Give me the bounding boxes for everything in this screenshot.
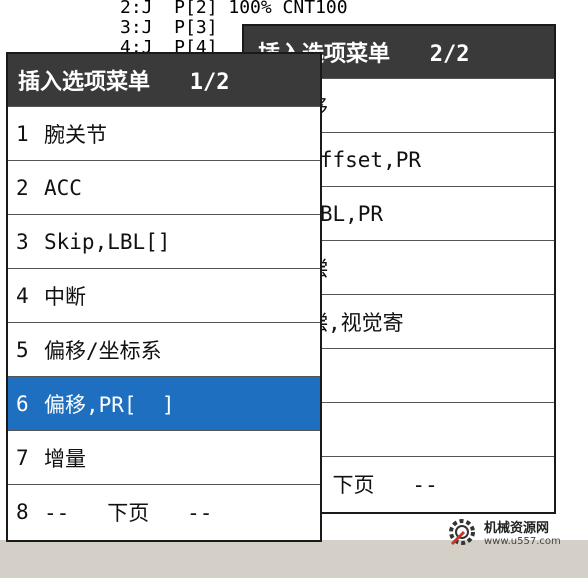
menu-item-number: 6 [16, 391, 29, 416]
insert-options-menu-page1: 插入选项菜单 1/2 1 腕关节 2 ACC 3 Skip,LBL[] 4 中断 5 偏移… [6, 52, 322, 542]
menu-page1-title: 插入选项菜单 1/2 [8, 54, 320, 106]
menu-item-number: 4 [16, 283, 29, 308]
menu-item-number: 2 [16, 175, 29, 200]
menu-item-number: 8 [16, 499, 29, 524]
menu-item-offset-frame[interactable]: 5 偏移/坐标系 [8, 322, 320, 376]
menu-item-skip-lbl[interactable]: 3 Skip,LBL[] [8, 214, 320, 268]
menu-item-label: Skip,LBL[] [44, 229, 171, 254]
menu-item-number: 3 [16, 229, 29, 254]
menu-item-next-page[interactable]: 8 -- 下页 -- [8, 484, 320, 538]
menu-item-label: 增量 [44, 446, 86, 471]
menu-item-wrist-joint[interactable]: 1 腕关节 [8, 106, 320, 160]
menu-item-label: -- 下页 -- [44, 500, 213, 525]
watermark-url: www.u557.com [484, 536, 561, 547]
menu-item-number: 1 [16, 121, 29, 146]
menu-item-label: ACC [44, 175, 82, 200]
menu-item-label: 偏移/坐标系 [44, 338, 162, 363]
menu-item-interrupt[interactable]: 4 中断 [8, 268, 320, 322]
program-line: 2:J P[2] 100% CNT100 [120, 0, 348, 18]
menu-item-label: 腕关节 [44, 122, 107, 147]
menu-item-increment[interactable]: 7 增量 [8, 430, 320, 484]
menu-item-number: 7 [16, 445, 29, 470]
menu-item-label: 中断 [44, 284, 86, 309]
gear-wrench-icon [449, 519, 475, 546]
watermark-title: 机械资源网 [484, 521, 550, 536]
menu-item-acc[interactable]: 2 ACC [8, 160, 320, 214]
watermark: 机械资源网 www.u557.com [444, 512, 584, 552]
menu-item-number: 5 [16, 337, 29, 362]
menu-item-offset-pr[interactable]: 6 偏移,PR[ ] [8, 376, 320, 430]
menu-item-label: 偏移,PR[ ] [44, 392, 175, 417]
program-line: 3:J P[3] [120, 17, 218, 38]
